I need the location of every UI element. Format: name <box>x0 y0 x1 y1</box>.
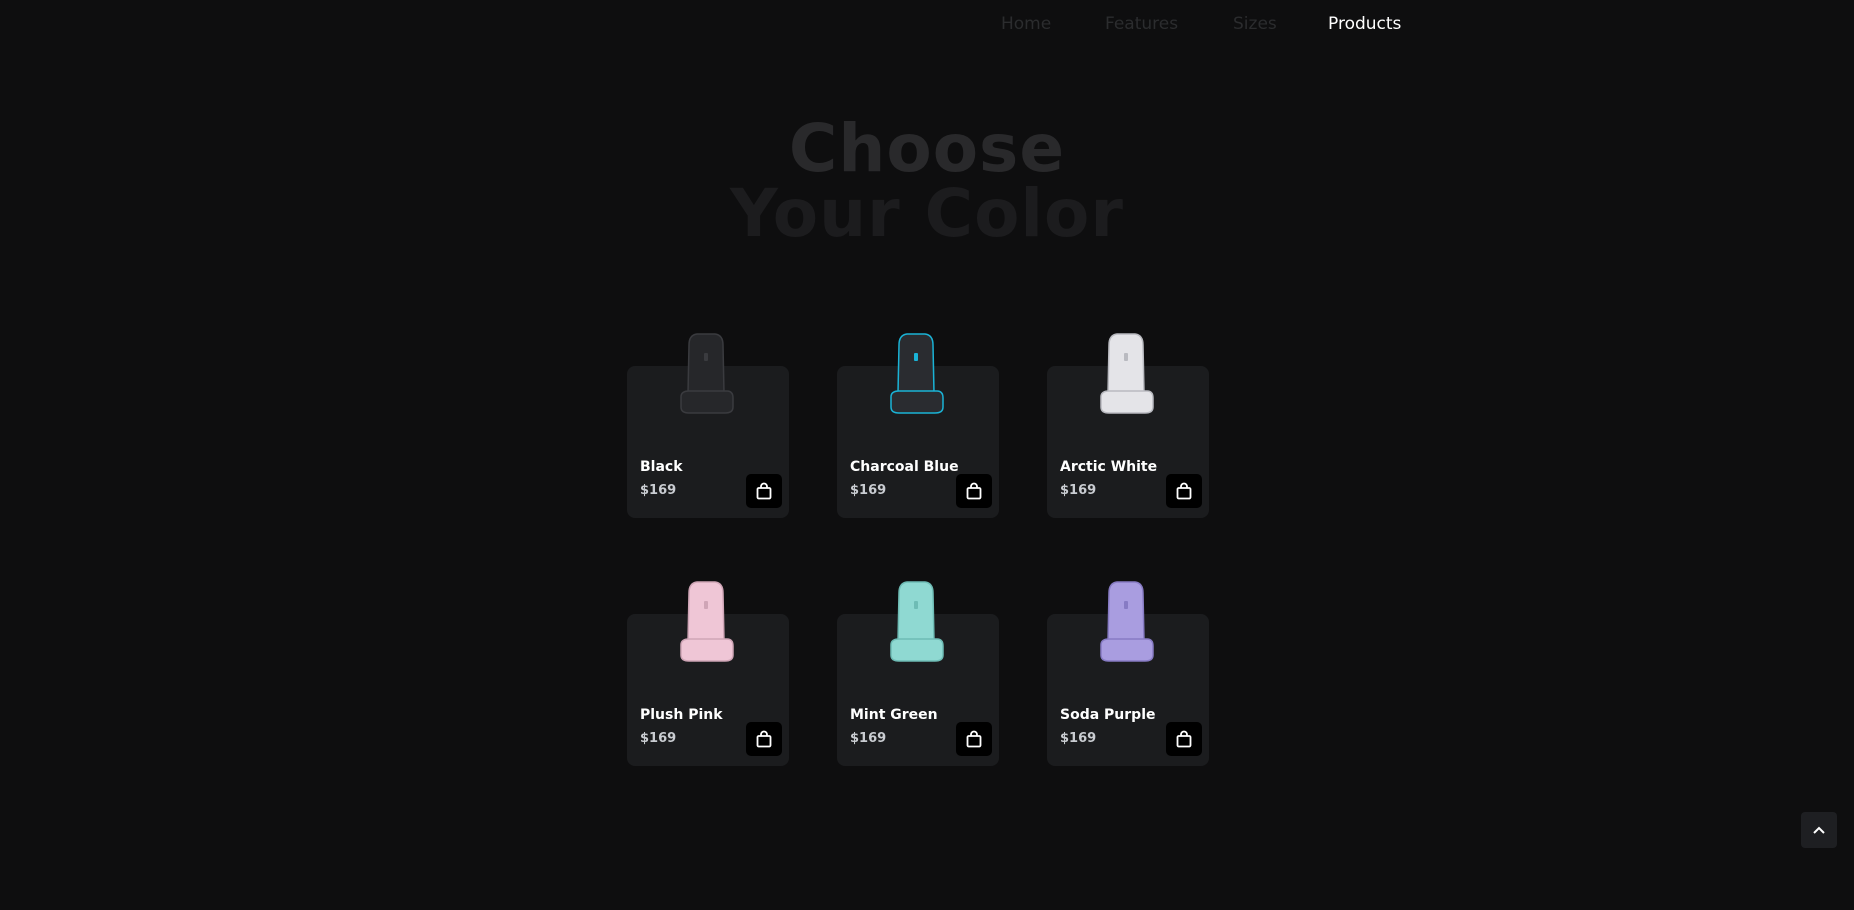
nav-link-products[interactable]: Products <box>1328 14 1401 34</box>
add-to-cart-button[interactable] <box>956 474 992 508</box>
product-card-arctic-white[interactable]: Arctic White $169 <box>1047 333 1209 518</box>
shopping-bag-icon <box>1176 482 1192 500</box>
product-name: Black <box>640 459 683 475</box>
chair-image <box>1100 581 1154 662</box>
product-card-black[interactable]: Black $169 <box>627 333 789 518</box>
product-price: $169 <box>1060 483 1097 498</box>
product-card-plush-pink[interactable]: Plush Pink $169 <box>627 581 789 766</box>
chair-image <box>890 333 944 414</box>
shopping-bag-icon <box>756 482 772 500</box>
product-card-soda-purple[interactable]: Soda Purple $169 <box>1047 581 1209 766</box>
nav-link-home[interactable]: Home <box>1001 14 1051 34</box>
product-price: $169 <box>850 483 887 498</box>
add-to-cart-button[interactable] <box>1166 722 1202 756</box>
chair-image <box>1100 333 1154 414</box>
add-to-cart-button[interactable] <box>956 722 992 756</box>
chair-image <box>680 581 734 662</box>
product-name: Mint Green <box>850 707 938 723</box>
shopping-bag-icon <box>966 482 982 500</box>
product-name: Charcoal Blue <box>850 459 959 475</box>
shopping-bag-icon <box>1176 730 1192 748</box>
product-name: Plush Pink <box>640 707 723 723</box>
shopping-bag-icon <box>966 730 982 748</box>
scroll-to-top-button[interactable] <box>1801 812 1837 848</box>
chair-image <box>680 333 734 414</box>
top-nav: Home Features Sizes Products <box>0 14 1854 38</box>
add-to-cart-button[interactable] <box>746 474 782 508</box>
product-price: $169 <box>1060 731 1097 746</box>
product-card-charcoal-blue[interactable]: Charcoal Blue $169 <box>837 333 999 518</box>
shopping-bag-icon <box>756 730 772 748</box>
chevron-up-icon <box>1813 826 1825 834</box>
add-to-cart-button[interactable] <box>1166 474 1202 508</box>
hero-heading-line-1: Choose <box>788 110 1066 187</box>
product-name: Arctic White <box>1060 459 1158 475</box>
nav-link-sizes[interactable]: Sizes <box>1233 14 1277 34</box>
hero-heading-line-2: Your Color <box>730 175 1124 252</box>
chair-image <box>890 581 944 662</box>
product-price: $169 <box>850 731 887 746</box>
product-price: $169 <box>640 731 677 746</box>
product-card-mint-green[interactable]: Mint Green $169 <box>837 581 999 766</box>
product-name: Soda Purple <box>1060 707 1156 723</box>
nav-link-features[interactable]: Features <box>1105 14 1178 34</box>
add-to-cart-button[interactable] <box>746 722 782 756</box>
product-price: $169 <box>640 483 677 498</box>
